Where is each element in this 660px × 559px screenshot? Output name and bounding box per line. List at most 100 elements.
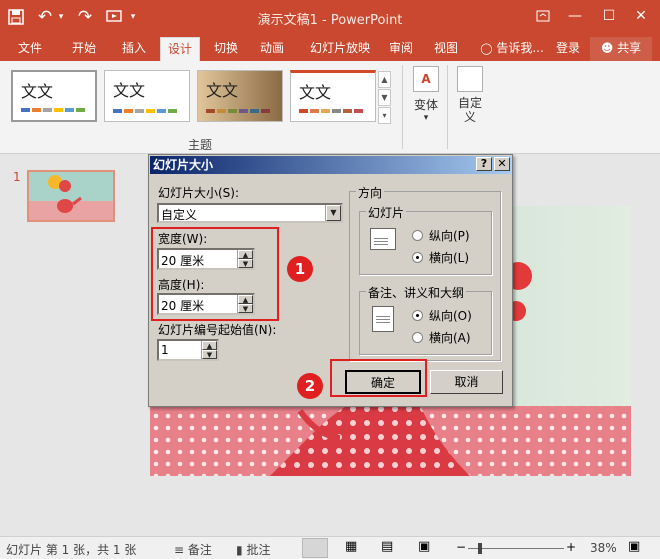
zoom-slider[interactable] — [468, 548, 564, 549]
theme-sample-text: 文文 — [206, 81, 239, 100]
notes-orientation-group: 备注、讲义和大纲 纵向(O) 横向(A) — [359, 284, 492, 355]
notes-group-label: 备注、讲义和大纲 — [366, 284, 467, 301]
powerpoint-window: ↶ ▾ ↷ ▾ 演示文稿1 - PowerPoint — ☐ ✕ 文件 开始 插… — [0, 0, 660, 559]
gallery-scroll-up[interactable]: ▲ — [378, 71, 391, 88]
themes-group-label: 主题 — [188, 138, 213, 152]
variants-icon: A — [413, 66, 439, 92]
customize-button[interactable]: 自定义 — [452, 66, 488, 136]
ribbon-tabs: 文件 开始 插入 设计 切换 动画 幻灯片放映 审阅 视图 ◯ 告诉我... 登… — [0, 34, 660, 61]
tab-slideshow[interactable]: 幻灯片放映 — [300, 37, 380, 61]
share-label: 共享 — [617, 41, 642, 55]
landscape-page-icon — [370, 228, 396, 250]
cancel-button[interactable]: 取消 — [430, 370, 503, 394]
comment-icon: ▮ — [236, 543, 243, 557]
portrait-slides-label: 纵向(P) — [429, 229, 470, 243]
dialog-close-button[interactable]: ✕ — [494, 157, 510, 171]
variants-label: 变体 — [413, 98, 438, 112]
notes-label: 备注 — [187, 543, 212, 557]
orientation-group: 方向 幻灯片 纵向(P) 横向(L) 备注、讲义和大纲 纵向(O) 横向(A) — [349, 184, 501, 361]
theme-4[interactable]: 文文 — [290, 70, 376, 122]
slides-group-label: 幻灯片 — [366, 204, 407, 221]
slide-size-label: 幻灯片大小(S): — [158, 186, 240, 200]
portrait-notes-label: 纵向(O) — [429, 309, 472, 323]
theme-color-bars — [206, 109, 270, 113]
annotation-box-ok — [330, 359, 427, 397]
tab-file[interactable]: 文件 — [8, 37, 52, 61]
tab-animations[interactable]: 动画 — [252, 37, 292, 61]
landscape-slides-label: 横向(L) — [429, 251, 470, 265]
portrait-notes-radio[interactable] — [412, 310, 423, 321]
slide-size-icon — [457, 66, 483, 92]
theme-color-bars — [299, 109, 363, 113]
maximize-button[interactable]: ☐ — [594, 3, 624, 29]
slide-sorter-icon[interactable]: ▦ — [345, 539, 357, 554]
ribbon-divider — [447, 65, 448, 149]
dialog-title: 幻灯片大小 — [153, 158, 214, 172]
theme-color-bars — [21, 108, 85, 112]
tab-insert[interactable]: 插入 — [112, 37, 156, 61]
orientation-label: 方向 — [356, 184, 385, 201]
tab-design[interactable]: 设计 — [160, 37, 200, 61]
share-button[interactable]: ☻ 共享 — [590, 37, 652, 61]
status-bar: 幻灯片 第 1 张，共 1 张 ≡ 备注 ▮ 批注 ▦ ▤ ▣ − + 38% … — [0, 536, 660, 559]
zoom-in-button[interactable]: + — [566, 540, 576, 554]
close-button[interactable]: ✕ — [626, 3, 656, 29]
start-number-value: 1 — [161, 343, 169, 357]
landscape-slides-radio[interactable] — [412, 252, 423, 263]
reading-view-icon[interactable]: ▤ — [381, 539, 393, 554]
slideshow-view-icon[interactable]: ▣ — [418, 539, 430, 554]
theme-2[interactable]: 文文 — [104, 70, 190, 122]
slide-size-value: 自定义 — [161, 208, 198, 222]
start-number-stepper[interactable]: ▲ ▼ — [201, 341, 217, 359]
annotation-box-size — [151, 227, 279, 321]
lightbulb-icon: ◯ — [480, 42, 493, 55]
gallery-more[interactable]: ▾ — [378, 107, 391, 124]
portrait-slides-radio[interactable] — [412, 230, 423, 241]
theme-sample-text: 文文 — [299, 83, 332, 102]
title-bar: ↶ ▾ ↷ ▾ 演示文稿1 - PowerPoint — ☐ ✕ — [0, 0, 660, 34]
slide-thumbnails-pane: 1 — [0, 155, 138, 536]
help-button[interactable]: ? — [476, 157, 492, 171]
tell-me-box[interactable]: ◯ 告诉我... — [476, 37, 548, 61]
annotation-step-2: 2 — [297, 373, 323, 399]
notes-icon: ≡ — [174, 543, 185, 557]
tab-view[interactable]: 视图 — [426, 37, 466, 61]
zoom-slider-thumb[interactable] — [478, 543, 482, 554]
chevron-down-icon: ▾ — [423, 113, 429, 123]
slide-number: 1 — [13, 170, 21, 184]
chevron-down-icon[interactable]: ▼ — [325, 205, 341, 221]
start-number-label: 幻灯片编号起始值(N): — [158, 323, 277, 337]
tab-review[interactable]: 审阅 — [382, 37, 420, 61]
theme-office[interactable]: 文文 — [11, 70, 97, 122]
fit-to-window-icon[interactable]: ▣ — [628, 539, 640, 554]
annotation-step-1: 1 — [287, 256, 313, 282]
variants-button[interactable]: A 变体 ▾ — [408, 66, 444, 136]
ribbon-display-icon[interactable] — [528, 3, 558, 29]
login-link[interactable]: 登录 — [550, 37, 586, 61]
theme-3[interactable]: 文文 — [197, 70, 283, 122]
slide-thumbnail[interactable] — [27, 170, 115, 222]
dialog-title-bar: 幻灯片大小 — [150, 156, 511, 174]
notes-button[interactable]: ≡ 备注 — [174, 541, 212, 558]
person-icon: ☻ — [600, 41, 614, 55]
theme-color-bars — [113, 109, 177, 113]
zoom-level[interactable]: 38% — [590, 541, 617, 555]
zoom-out-button[interactable]: − — [456, 540, 466, 554]
normal-view-icon[interactable] — [302, 538, 328, 558]
theme-sample-text: 文文 — [21, 82, 54, 101]
tab-transitions[interactable]: 切换 — [206, 37, 246, 61]
gallery-scroll-down[interactable]: ▼ — [378, 89, 391, 106]
customize-label: 自定义 — [458, 96, 483, 124]
comments-label: 批注 — [246, 543, 271, 557]
minimize-button[interactable]: — — [560, 3, 590, 29]
landscape-notes-label: 横向(A) — [429, 331, 471, 345]
thumbnail-image — [48, 175, 82, 213]
slides-orientation-group: 幻灯片 纵向(P) 横向(L) — [359, 204, 492, 275]
ribbon-divider — [402, 65, 403, 149]
tab-home[interactable]: 开始 — [62, 37, 106, 61]
landscape-notes-radio[interactable] — [412, 332, 423, 343]
slide-size-select[interactable]: 自定义 ▼ — [157, 203, 343, 223]
portrait-page-icon — [372, 306, 394, 332]
comments-button[interactable]: ▮ 批注 — [236, 541, 270, 558]
start-number-input[interactable]: 1 ▲ ▼ — [157, 339, 219, 361]
